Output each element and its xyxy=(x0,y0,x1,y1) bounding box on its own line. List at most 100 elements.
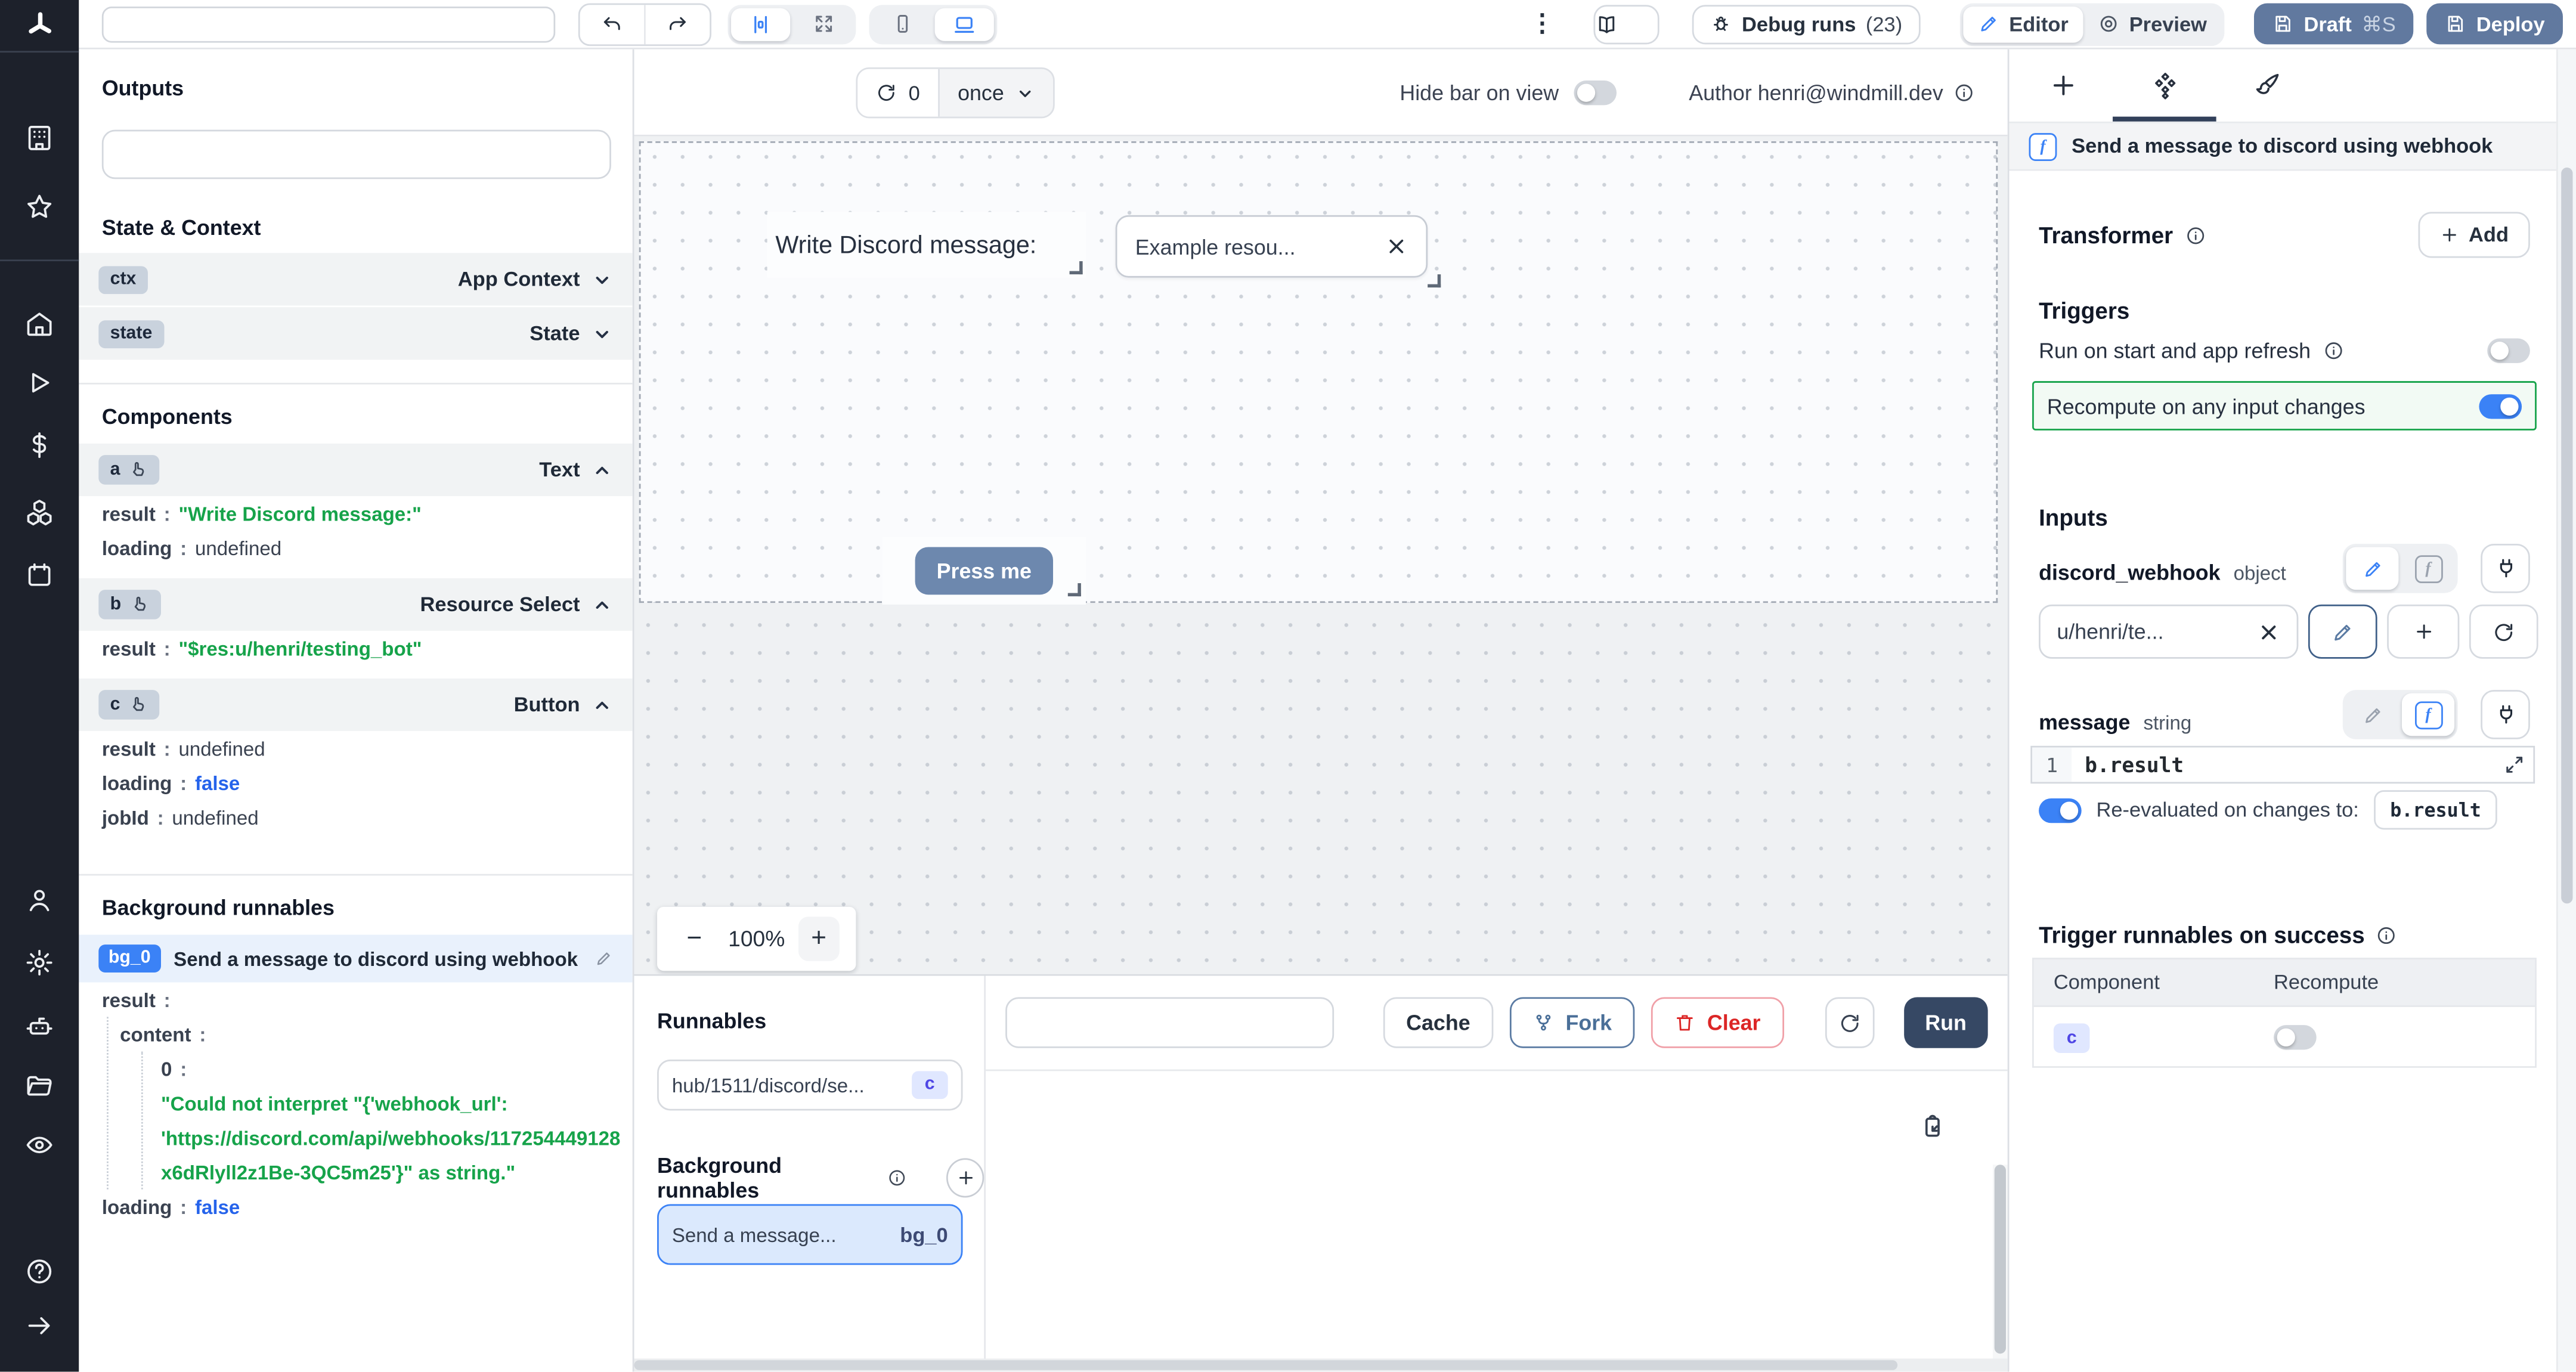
code-editor[interactable] xyxy=(986,1070,2008,1359)
message-expression-editor[interactable]: 1 b.result xyxy=(2030,746,2535,783)
background-runnable-item-selected[interactable]: Send a message... bg_0 xyxy=(657,1204,962,1265)
collapse-arrow-right-icon[interactable] xyxy=(24,1311,54,1341)
app-canvas[interactable]: Write Discord message: Example resou... … xyxy=(634,137,2007,974)
resize-handle[interactable] xyxy=(1070,261,1083,274)
add-background-runnable-button[interactable] xyxy=(946,1158,984,1197)
home-icon[interactable] xyxy=(24,309,54,339)
eval-f-mode-button[interactable]: f xyxy=(2402,547,2454,590)
component-c-chip[interactable]: c xyxy=(2054,1023,2090,1053)
info-icon[interactable] xyxy=(2376,924,2398,946)
refresh-counter-button[interactable]: 0 xyxy=(857,69,940,117)
add-transformer-button[interactable]: Add xyxy=(2418,212,2530,258)
refresh-code-button[interactable] xyxy=(1826,997,1874,1048)
chevron-up-icon[interactable] xyxy=(592,459,613,481)
windmill-logo-icon[interactable] xyxy=(0,0,79,49)
clear-x-icon[interactable] xyxy=(1385,235,1408,258)
zoom-in-button[interactable]: + xyxy=(798,916,840,961)
refresh-resource-button[interactable] xyxy=(2469,605,2538,659)
tab-editor[interactable]: Editor xyxy=(1963,6,2083,42)
info-icon[interactable] xyxy=(2322,340,2343,361)
style-paintbrush-tab-icon[interactable] xyxy=(2252,70,2282,100)
resource-picker[interactable]: u/henri/te... xyxy=(2039,605,2298,659)
hide-bar-toggle[interactable] xyxy=(1574,80,1617,105)
run-button[interactable]: Run xyxy=(1903,997,1987,1048)
settings-gear-icon[interactable] xyxy=(24,948,54,978)
bg0-row[interactable]: bg_0 Send a message to discord using web… xyxy=(79,935,632,983)
resources-cubes-icon[interactable] xyxy=(24,498,54,528)
center-layout-button[interactable] xyxy=(731,7,790,40)
input2-connect-plug-button[interactable] xyxy=(2481,690,2530,739)
info-icon[interactable] xyxy=(1953,82,1974,104)
zoom-out-button[interactable]: − xyxy=(674,916,716,961)
docs-book-button[interactable] xyxy=(1594,4,1659,44)
variables-dollar-icon[interactable] xyxy=(24,431,54,460)
expand-icon[interactable] xyxy=(2504,754,2525,776)
workspace-icon[interactable] xyxy=(24,123,54,153)
cache-button[interactable]: Cache xyxy=(1383,997,1494,1048)
help-question-icon[interactable] xyxy=(24,1257,54,1287)
scrollbar-thumb[interactable] xyxy=(2561,168,2572,903)
draft-button[interactable]: Draft ⌘S xyxy=(2255,4,2414,45)
chevron-down-icon[interactable] xyxy=(592,268,613,290)
clipboard-paste-icon[interactable] xyxy=(1919,1114,1945,1140)
resize-handle[interactable] xyxy=(1428,274,1441,287)
component-b-row[interactable]: b Resource Select xyxy=(79,578,632,631)
reevaluate-toggle[interactable] xyxy=(2039,798,2082,822)
input1-connect-plug-button[interactable] xyxy=(2481,544,2530,593)
search-outputs-input[interactable] xyxy=(102,130,611,179)
text-component[interactable]: Write Discord message: xyxy=(767,212,1086,277)
clear-button[interactable]: Clear xyxy=(1651,997,1784,1048)
runs-play-icon[interactable] xyxy=(24,368,54,398)
reevaluate-target-chip[interactable]: b.result xyxy=(2374,790,2498,829)
chevron-down-icon[interactable] xyxy=(592,323,613,344)
eval-f-mode-button[interactable]: f xyxy=(2402,693,2454,736)
workers-robot-icon[interactable] xyxy=(24,1012,54,1042)
static-pencil-mode-button[interactable] xyxy=(2346,547,2398,590)
edit-resource-button[interactable] xyxy=(2308,605,2377,659)
press-me-button[interactable]: Press me xyxy=(915,547,1053,594)
expand-layout-button[interactable] xyxy=(794,7,853,40)
run-on-start-toggle[interactable] xyxy=(2487,339,2530,363)
mobile-view-button[interactable] xyxy=(872,7,931,40)
row-recompute-toggle[interactable] xyxy=(2274,1024,2317,1049)
more-menu-kebab-icon[interactable]: ⋮ xyxy=(1527,11,1558,36)
chevron-up-icon[interactable] xyxy=(592,594,613,615)
info-icon[interactable] xyxy=(887,1168,907,1188)
fork-button[interactable]: Fork xyxy=(1510,997,1635,1048)
insert-plus-tab-icon[interactable] xyxy=(2049,70,2079,100)
chevron-up-icon[interactable] xyxy=(592,694,613,716)
component-c-row[interactable]: c Button xyxy=(79,679,632,731)
ctx-row[interactable]: ctx App Context xyxy=(79,253,632,305)
right-scrollbar[interactable] xyxy=(2556,49,2576,1372)
app-summary-input[interactable] xyxy=(102,6,555,42)
static-pencil-mode-button[interactable] xyxy=(2346,693,2398,736)
resource-select-component[interactable]: Example resou... xyxy=(1116,215,1428,278)
users-person-icon[interactable] xyxy=(24,885,54,915)
add-resource-button[interactable] xyxy=(2387,605,2459,659)
debug-runs-button[interactable]: Debug runs (23) xyxy=(1692,4,1920,44)
components-diamonds-tab-icon[interactable] xyxy=(2150,70,2180,100)
audit-eye-icon[interactable] xyxy=(24,1131,54,1160)
resize-handle[interactable] xyxy=(1068,583,1081,596)
schedule-dropdown[interactable]: once xyxy=(940,69,1054,117)
clear-x-icon[interactable] xyxy=(2258,620,2281,643)
redo-button[interactable] xyxy=(644,4,710,44)
code-vertical-scrollbar[interactable] xyxy=(1993,1165,2008,1359)
runnable-name-input[interactable] xyxy=(1005,997,1335,1048)
code-horizontal-scrollbar[interactable] xyxy=(634,1359,2007,1372)
runnable-item[interactable]: hub/1511/discord/se... c xyxy=(657,1060,962,1110)
undo-button[interactable] xyxy=(580,4,644,44)
favorites-star-icon[interactable] xyxy=(24,192,54,222)
edit-pencil-icon[interactable] xyxy=(595,949,612,967)
schedules-calendar-icon[interactable] xyxy=(24,560,54,590)
background-runnables-title: Background runnables xyxy=(657,1153,878,1203)
button-component[interactable]: Press me xyxy=(882,537,1086,605)
deploy-button[interactable]: Deploy xyxy=(2427,4,2563,45)
component-a-row[interactable]: a Text xyxy=(79,444,632,496)
info-icon[interactable] xyxy=(2184,224,2206,246)
folders-icon[interactable] xyxy=(24,1071,54,1101)
state-row[interactable]: state State xyxy=(79,307,632,360)
desktop-view-button[interactable] xyxy=(935,7,994,40)
tab-preview[interactable]: Preview xyxy=(2083,6,2222,42)
recompute-toggle[interactable] xyxy=(2479,394,2522,418)
